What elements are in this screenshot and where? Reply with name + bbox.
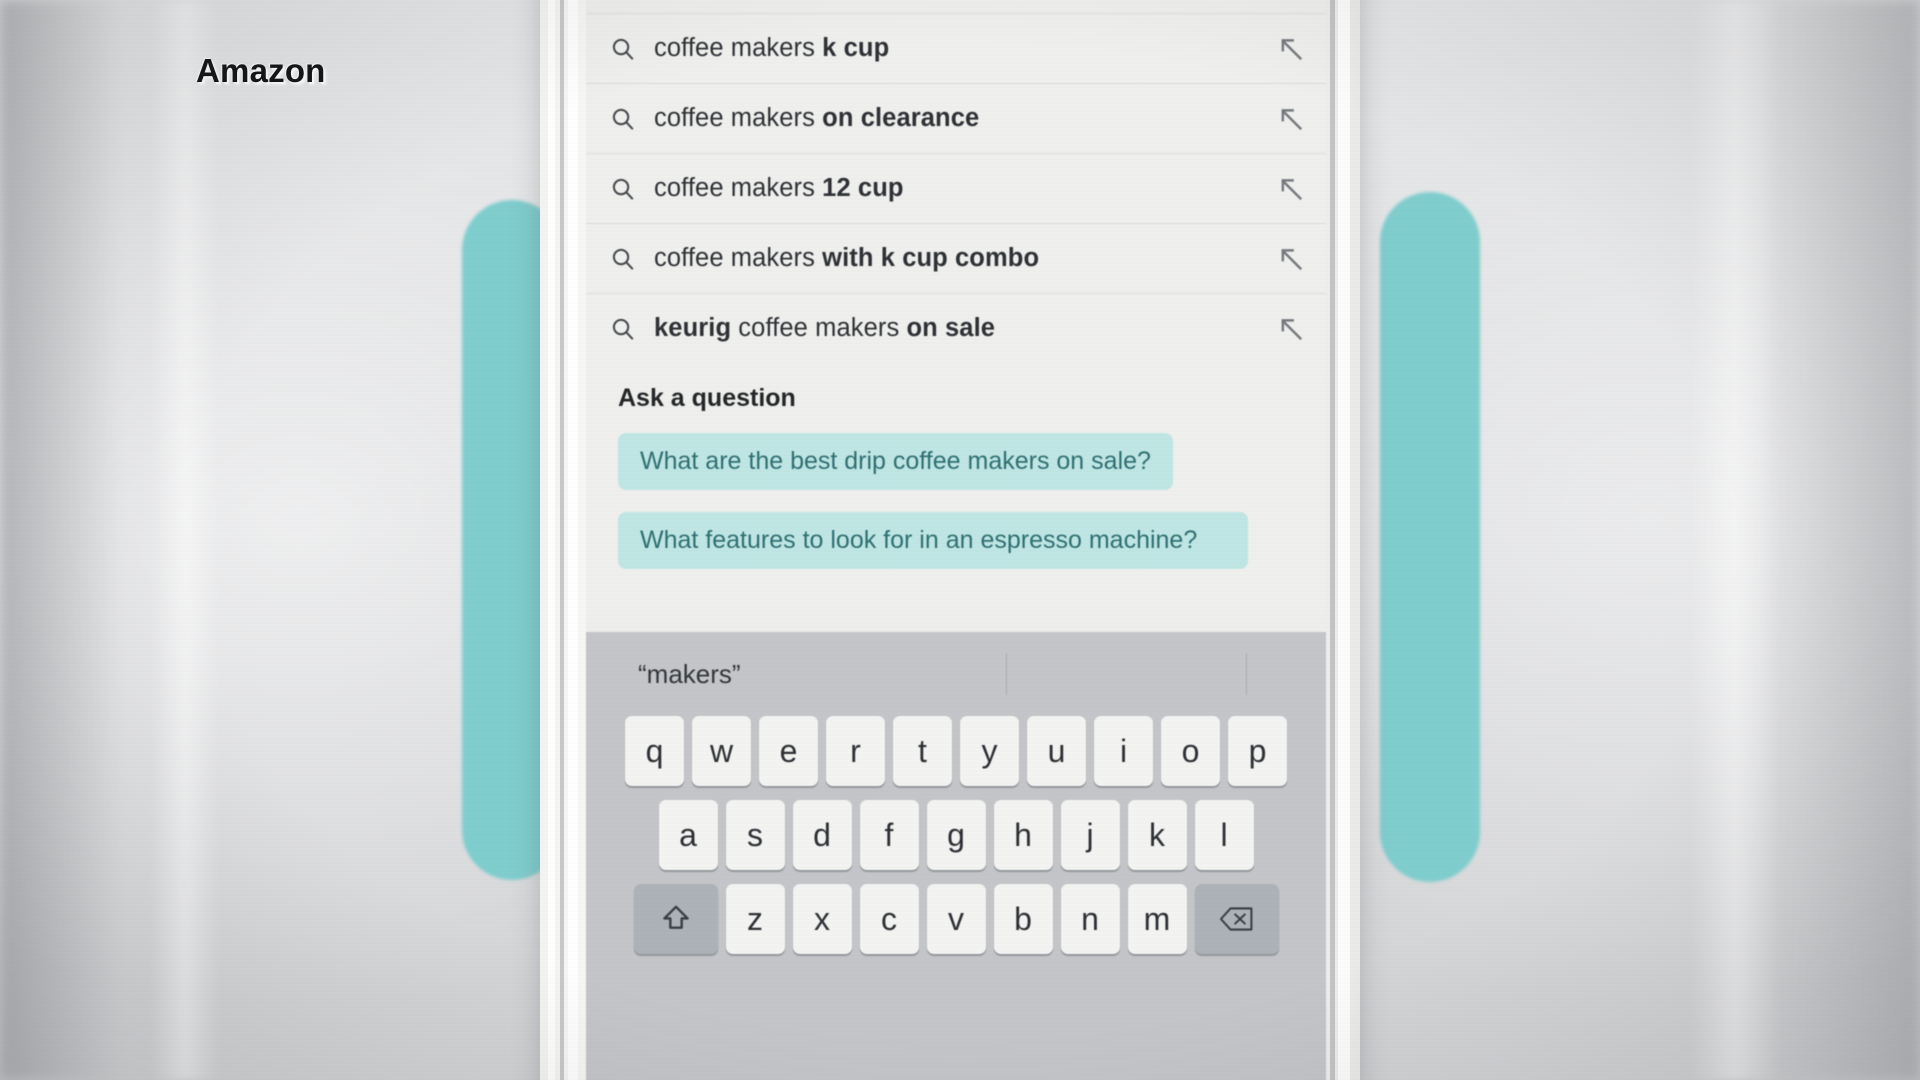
arrow-up-left-icon[interactable]: [1256, 315, 1326, 343]
ask-a-question-title: Ask a question: [618, 384, 796, 412]
teal-accent-shape-right: [1380, 192, 1480, 882]
key-s[interactable]: s: [725, 800, 785, 870]
key-u[interactable]: u: [1027, 716, 1086, 786]
ask-question-chip[interactable]: What are the best drip coffee makers on …: [618, 433, 1173, 490]
phone-device: coffee makers on sale coffee makers k cup…: [540, 0, 1360, 1080]
key-i[interactable]: i: [1094, 716, 1153, 786]
arrow-up-left-icon[interactable]: [1256, 35, 1326, 63]
arrow-up-left-icon[interactable]: [1256, 105, 1326, 133]
on-screen-keyboard: “makers” qwertyuiop asdfghjkl zxcvbnm: [586, 632, 1326, 1080]
key-k[interactable]: k: [1127, 800, 1187, 870]
keyboard-suggestion-divider-2: [1246, 653, 1247, 695]
key-d[interactable]: d: [792, 800, 852, 870]
scene-background: coffee makers on sale coffee makers k cup…: [0, 0, 1920, 1080]
key-m[interactable]: m: [1127, 884, 1187, 954]
ask-question-chip[interactable]: What features to look for in an espresso…: [618, 512, 1248, 569]
search-suggestion-row[interactable]: coffee makers 12 cup: [586, 154, 1326, 224]
search-suggestion-row[interactable]: coffee makers on sale: [586, 0, 1326, 14]
wall-shadow-left: [0, 0, 120, 1080]
keyboard-suggestion-bar: “makers”: [586, 632, 1326, 716]
keyboard-suggestion-divider-1: [1006, 653, 1007, 695]
search-suggestion-row[interactable]: keurig coffee makers on sale: [586, 294, 1326, 364]
search-icon: [592, 316, 654, 342]
keyboard-row-1: qwertyuiop: [586, 716, 1326, 786]
key-x[interactable]: x: [792, 884, 852, 954]
phone-bezel-edge-left: [560, 0, 564, 1080]
amazon-brand-label: Amazon: [196, 52, 326, 89]
search-icon: [592, 246, 654, 272]
search-icon: [592, 106, 654, 132]
key-f[interactable]: f: [859, 800, 919, 870]
shift-icon[interactable]: [633, 884, 718, 954]
search-suggestion-label: coffee makers 12 cup: [654, 174, 904, 202]
key-w[interactable]: w: [692, 716, 751, 786]
key-z[interactable]: z: [725, 884, 785, 954]
ask-a-question-section: Ask a question What are the best drip co…: [586, 358, 1326, 613]
key-j[interactable]: j: [1060, 800, 1120, 870]
key-r[interactable]: r: [826, 716, 885, 786]
phone-bezel-highlight-left: [548, 0, 555, 1080]
search-icon: [592, 176, 654, 202]
keyboard-row-2: asdfghjkl: [586, 800, 1326, 870]
arrow-up-left-icon[interactable]: [1256, 245, 1326, 273]
key-h[interactable]: h: [993, 800, 1053, 870]
key-q[interactable]: q: [625, 716, 684, 786]
wall-highlight-left: [150, 0, 220, 1080]
search-suggestion-label: coffee makers with k cup combo: [654, 244, 1040, 272]
search-suggestion-label: coffee makers k cup: [654, 34, 890, 62]
phone-screen: coffee makers on sale coffee makers k cup…: [586, 0, 1326, 1080]
search-suggestion-label: keurig coffee makers on sale: [654, 314, 996, 342]
backspace-icon[interactable]: [1194, 884, 1279, 954]
search-suggestion-row[interactable]: coffee makers k cup: [586, 14, 1326, 84]
key-t[interactable]: t: [893, 716, 952, 786]
keyboard-row-3: zxcvbnm: [586, 884, 1326, 954]
key-b[interactable]: b: [993, 884, 1053, 954]
search-suggestion-label: coffee makers on clearance: [654, 104, 980, 132]
keyboard-suggestion-word[interactable]: “makers”: [638, 659, 741, 690]
search-icon: [592, 36, 654, 62]
key-y[interactable]: y: [960, 716, 1019, 786]
key-e[interactable]: e: [759, 716, 818, 786]
wall-shadow-right: [1760, 0, 1920, 1080]
phone-bezel-highlight-right: [1338, 0, 1350, 1080]
arrow-up-left-icon[interactable]: [1256, 175, 1326, 203]
key-a[interactable]: a: [658, 800, 718, 870]
phone-bezel-edge-right: [1330, 0, 1335, 1080]
key-p[interactable]: p: [1228, 716, 1287, 786]
search-suggestion-row[interactable]: coffee makers with k cup combo: [586, 224, 1326, 294]
key-g[interactable]: g: [926, 800, 986, 870]
key-c[interactable]: c: [859, 884, 919, 954]
phone-bezel-highlight-left-2: [568, 0, 578, 1080]
key-l[interactable]: l: [1194, 800, 1254, 870]
wall-highlight-right: [1690, 0, 1780, 1080]
key-v[interactable]: v: [926, 884, 986, 954]
key-o[interactable]: o: [1161, 716, 1220, 786]
search-suggestion-row[interactable]: coffee makers on clearance: [586, 84, 1326, 154]
search-suggestion-list: coffee makers on sale coffee makers k cup…: [586, 0, 1326, 364]
key-n[interactable]: n: [1060, 884, 1120, 954]
